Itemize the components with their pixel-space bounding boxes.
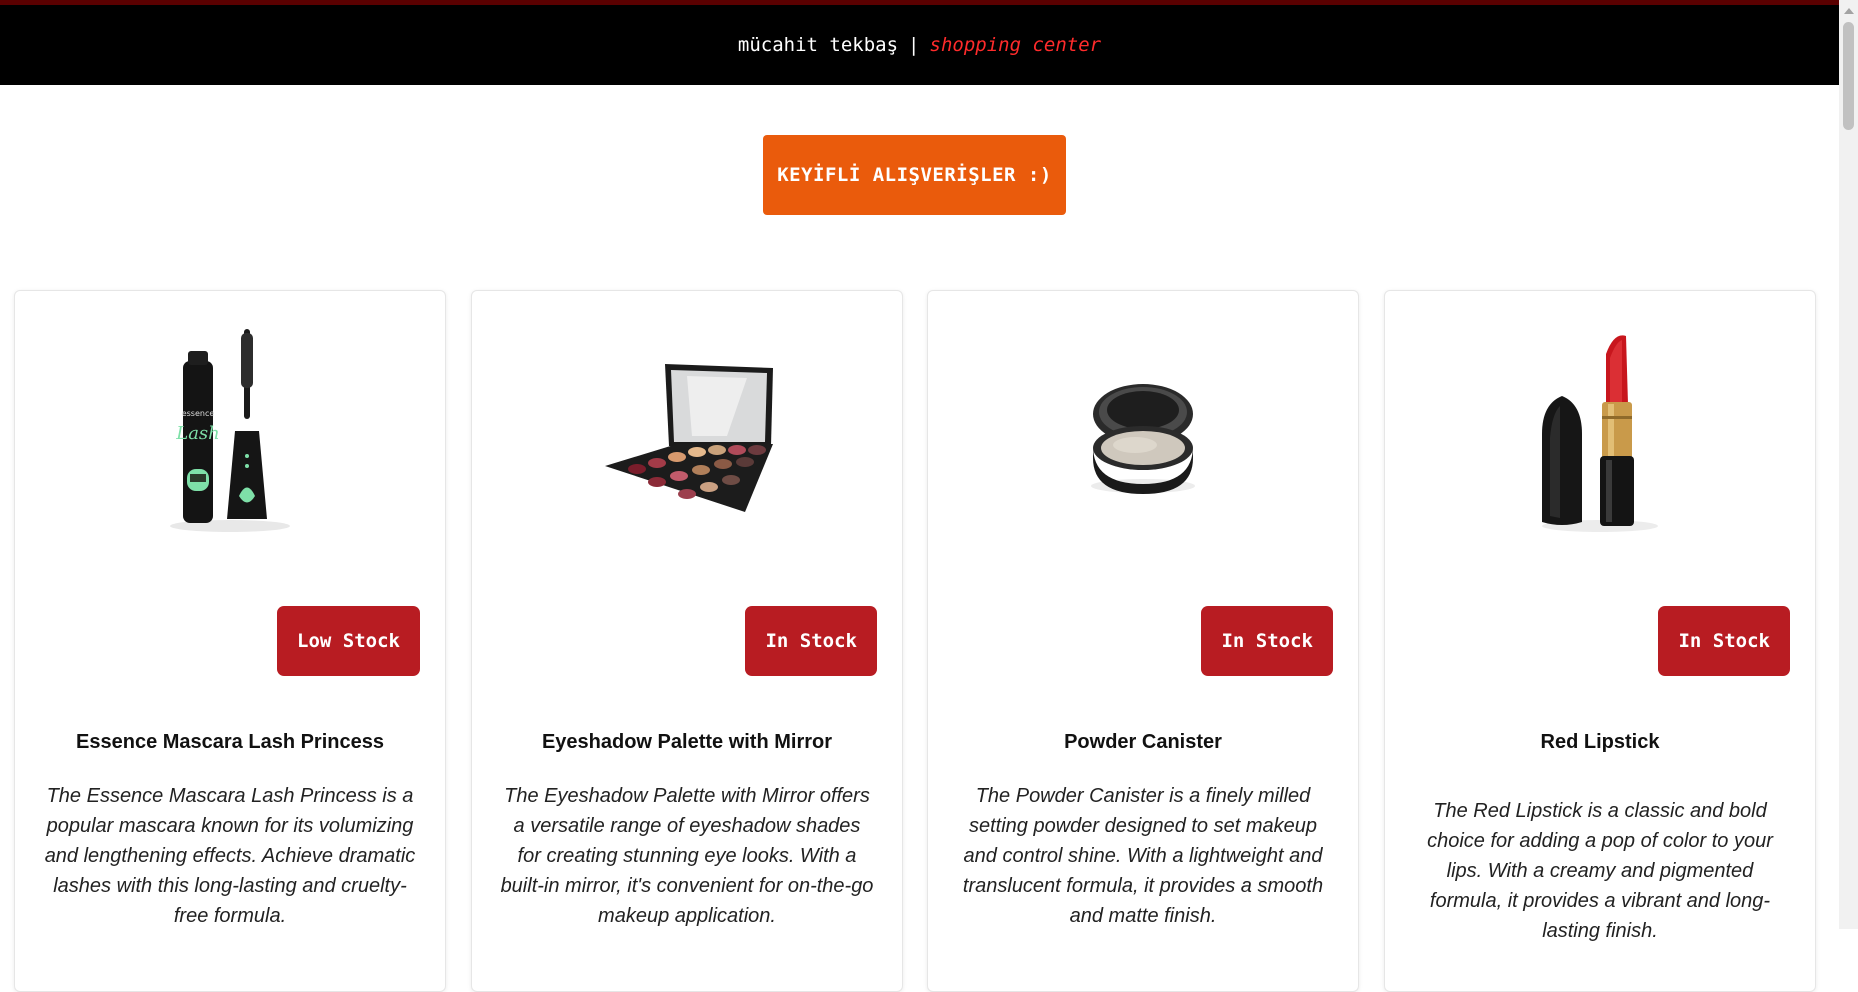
- happy-shopping-button[interactable]: KEYİFLİ ALIŞVERİŞLER :): [763, 135, 1066, 215]
- product-description: The Red Lipstick is a classic and bold c…: [1427, 800, 1773, 942]
- stock-badge[interactable]: In Stock: [745, 606, 877, 676]
- site-owner-name: mücahit tekbaş: [737, 34, 899, 56]
- product-card-mascara[interactable]: essence Lash Low Stock Essence Mascara L…: [14, 290, 446, 992]
- mascara-icon: essence Lash: [170, 329, 290, 532]
- product-description: The Essence Mascara Lash Princess is a p…: [44, 785, 416, 927]
- product-description: The Powder Canister is a finely milled s…: [962, 785, 1324, 927]
- svg-text:essence: essence: [182, 409, 215, 418]
- eyeshadow-palette-icon: [605, 364, 773, 512]
- product-title: Essence Mascara Lash Princess: [76, 731, 384, 753]
- stock-badge[interactable]: In Stock: [1201, 606, 1333, 676]
- product-title: Eyeshadow Palette with Mirror: [541, 731, 833, 753]
- product-card-powder-canister[interactable]: In Stock Powder Canister The Powder Cani…: [927, 290, 1359, 992]
- powder-canister-icon: [1091, 384, 1195, 494]
- scrollbar-thumb[interactable]: [1843, 22, 1854, 130]
- scroll-up-arrow-icon[interactable]: [1844, 8, 1854, 14]
- mascara-image[interactable]: essence Lash: [15, 311, 445, 561]
- site-subtitle: shopping center: [929, 34, 1102, 56]
- lipstick-icon: [1542, 335, 1658, 532]
- product-title: Red Lipstick: [1540, 731, 1660, 753]
- product-card-red-lipstick[interactable]: In Stock Red Lipstick The Red Lipstick i…: [1384, 290, 1816, 992]
- stock-badge[interactable]: In Stock: [1658, 606, 1790, 676]
- svg-text:Lash: Lash: [175, 423, 220, 444]
- product-description: The Eyeshadow Palette with Mirror offers…: [500, 785, 874, 927]
- product-card-eyeshadow-palette[interactable]: In Stock Eyeshadow Palette with Mirror T…: [471, 290, 903, 992]
- site-header: mücahit tekbaş | shopping center: [0, 5, 1839, 85]
- product-title: Powder Canister: [1064, 731, 1222, 753]
- stock-badge[interactable]: Low Stock: [277, 606, 420, 676]
- powder-canister-image[interactable]: [928, 311, 1358, 561]
- lipstick-image[interactable]: [1385, 311, 1815, 561]
- header-separator: |: [908, 34, 920, 56]
- page-scrollbar[interactable]: [1839, 0, 1858, 929]
- eyeshadow-palette-image[interactable]: [472, 311, 902, 561]
